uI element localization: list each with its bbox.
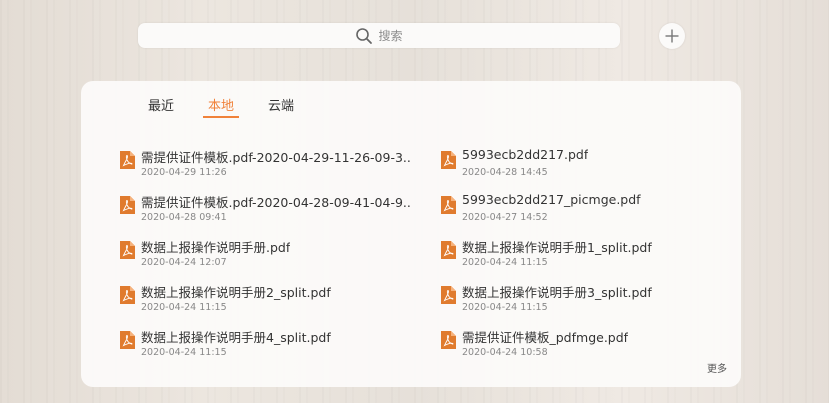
pdf-file-icon [441,241,456,259]
file-date: 2020-04-24 11:15 [141,347,227,358]
file-name: 需提供证件模板_pdfmge.pdf [462,330,629,345]
tab-local[interactable]: 本地 [203,95,240,118]
search-icon [356,27,373,44]
pdf-file-icon [441,331,456,349]
file-item[interactable]: 数据上报操作说明手册.pdf 2020-04-24 12:07 [119,237,419,273]
tab-bar: 最近 本地 云端 [145,95,325,118]
tab-cloud[interactable]: 云端 [265,95,297,118]
file-item[interactable]: 数据上报操作说明手册1_split.pdf 2020-04-24 11:15 [440,237,740,273]
file-date: 2020-04-24 11:15 [462,257,548,268]
file-date: 2020-04-28 09:41 [141,212,227,223]
file-name: 数据上报操作说明手册.pdf [141,240,291,255]
file-item[interactable]: 需提供证件模板.pdf-2020-04-28-09-41-04-9... 202… [119,192,419,228]
file-name: 数据上报操作说明手册4_split.pdf [141,330,331,345]
file-date: 2020-04-29 11:26 [141,167,227,178]
file-name: 5993ecb2dd217_picmge.pdf [462,192,641,207]
file-date: 2020-04-28 14:45 [462,167,548,178]
file-item[interactable]: 需提供证件模板_pdfmge.pdf 2020-04-24 10:58 [440,327,740,363]
more-link[interactable]: 更多 [707,360,727,375]
file-panel: 最近 本地 云端 需提供证件模板.pdf-2020-04-29-11-26-09… [81,81,741,387]
pdf-file-icon [120,331,135,349]
file-item[interactable]: 数据上报操作说明手册3_split.pdf 2020-04-24 11:15 [440,282,740,318]
pdf-file-icon [441,196,456,214]
file-item[interactable]: 需提供证件模板.pdf-2020-04-29-11-26-09-3... 202… [119,147,419,183]
pdf-file-icon [441,286,456,304]
file-name: 5993ecb2dd217.pdf [462,147,589,162]
pdf-file-icon [441,151,456,169]
pdf-file-icon [120,151,135,169]
pdf-file-icon [120,241,135,259]
file-name: 需提供证件模板.pdf-2020-04-28-09-41-04-9... [141,195,411,210]
pdf-file-icon [120,196,135,214]
pdf-file-icon [120,286,135,304]
file-date: 2020-04-24 12:07 [141,257,227,268]
file-item[interactable]: 数据上报操作说明手册4_split.pdf 2020-04-24 11:15 [119,327,419,363]
add-button[interactable] [659,23,685,49]
search-input[interactable]: 搜索 [138,23,620,48]
file-item[interactable]: 5993ecb2dd217.pdf 2020-04-28 14:45 [440,147,740,183]
file-item[interactable]: 5993ecb2dd217_picmge.pdf 2020-04-27 14:5… [440,192,740,228]
file-name: 数据上报操作说明手册3_split.pdf [462,285,652,300]
tab-recent[interactable]: 最近 [145,95,177,118]
plus-icon [665,29,679,43]
file-date: 2020-04-24 10:58 [462,347,548,358]
file-name: 数据上报操作说明手册1_split.pdf [462,240,652,255]
file-name: 数据上报操作说明手册2_split.pdf [141,285,331,300]
file-date: 2020-04-27 14:52 [462,212,548,223]
search-placeholder: 搜索 [378,29,403,43]
file-date: 2020-04-24 11:15 [462,302,548,313]
file-item[interactable]: 数据上报操作说明手册2_split.pdf 2020-04-24 11:15 [119,282,419,318]
file-name: 需提供证件模板.pdf-2020-04-29-11-26-09-3... [141,150,411,165]
file-date: 2020-04-24 11:15 [141,302,227,313]
